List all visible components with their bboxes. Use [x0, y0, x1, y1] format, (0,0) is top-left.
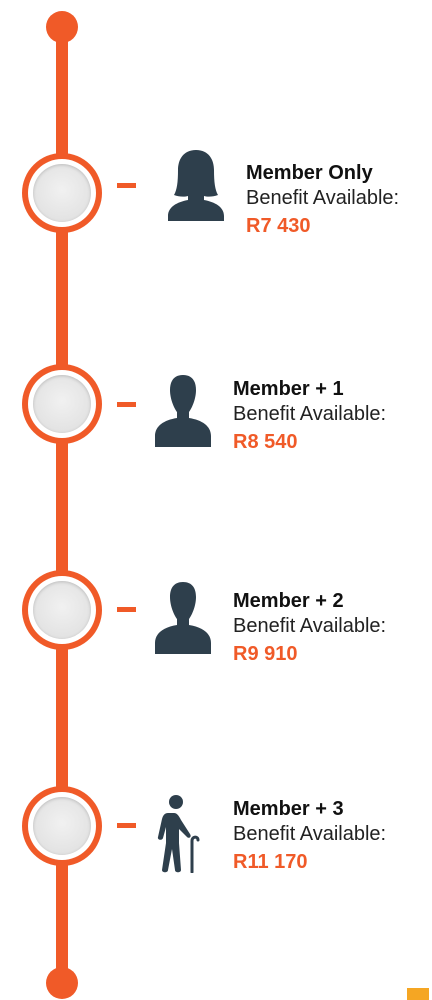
timeline-node: [22, 786, 102, 866]
connector-dash: [117, 402, 136, 407]
tier-title: Member + 2: [233, 590, 344, 612]
corner-mark: [407, 988, 429, 1000]
connector-dash: [117, 607, 136, 612]
tier-amount: R7 430: [246, 215, 311, 237]
tier-subtitle: Benefit Available:: [233, 823, 387, 845]
timeline-start-dot: [46, 11, 78, 43]
timeline-node: [22, 153, 102, 233]
connector-dash: [117, 823, 136, 828]
timeline-node: [22, 364, 102, 444]
tier-title: Member Only: [246, 162, 373, 184]
tier-amount: R8 540: [233, 431, 298, 453]
tier-label: Member + 3 Benefit Available: R11 170: [233, 797, 386, 875]
connector-dash: [117, 183, 136, 188]
tier-amount: R9 910: [233, 643, 298, 665]
man-silhouette-icon: [152, 579, 214, 655]
tier-subtitle: Benefit Available:: [233, 615, 387, 637]
tier-label: Member + 1 Benefit Available: R8 540: [233, 377, 386, 455]
woman-silhouette-icon: [165, 146, 227, 222]
tier-amount: R11 170: [233, 851, 308, 873]
tier-label: Member Only Benefit Available: R7 430: [246, 161, 399, 239]
tier-title: Member + 3: [233, 798, 344, 820]
timeline-node: [22, 570, 102, 650]
elderly-person-with-cane-icon: [154, 793, 210, 873]
tier-title: Member + 1: [233, 378, 344, 400]
tier-label: Member + 2 Benefit Available: R9 910: [233, 589, 386, 667]
man-silhouette-icon: [152, 372, 214, 448]
tier-subtitle: Benefit Available:: [246, 187, 400, 209]
timeline-end-dot: [46, 967, 78, 999]
tier-subtitle: Benefit Available:: [233, 403, 387, 425]
